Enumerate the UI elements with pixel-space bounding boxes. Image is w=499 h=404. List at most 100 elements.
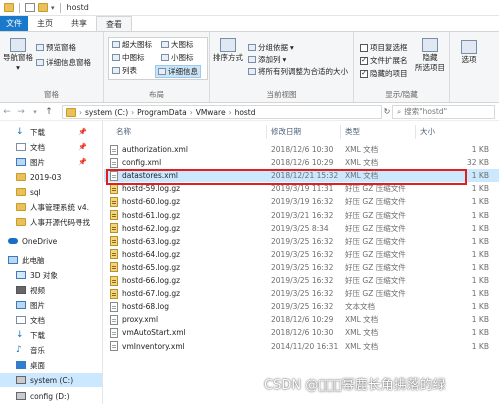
ribbon-tabs: 文件 主页 共享 查看	[0, 16, 499, 31]
preview-pane-button[interactable]: 预览窗格	[36, 42, 76, 53]
up-arrow-icon[interactable]: ↑	[42, 107, 56, 117]
file-row[interactable]: hostd-66.log.gz 2019/3/25 16:32 好压 GZ 压缩文件…	[104, 274, 499, 287]
archive-file-icon	[110, 223, 118, 234]
column-header-size[interactable]: 大小	[420, 125, 435, 139]
file-row[interactable]: hostd-60.log.gz 2019/3/19 16:32 好压 GZ 压缩文件…	[104, 195, 499, 208]
file-row[interactable]: hostd-63.log.gz 2019/3/25 16:32 好压 GZ 压缩文件…	[104, 235, 499, 248]
properties-icon[interactable]	[25, 3, 35, 12]
computer-icon	[8, 256, 18, 264]
search-input[interactable]: ⌕ 搜索"hostd"	[392, 105, 495, 119]
new-folder-icon[interactable]	[38, 3, 48, 12]
layout-details[interactable]: 详细信息	[155, 65, 201, 78]
hidden-items-toggle[interactable]: ✓ 隐藏的项目	[360, 68, 408, 79]
checkbox-checked[interactable]: ✓	[360, 69, 368, 78]
file-extensions-toggle[interactable]: ✓ 文件扩展名	[360, 55, 408, 66]
file-size: 1 KB	[471, 328, 489, 338]
tab-home[interactable]: 主页	[28, 16, 62, 31]
add-columns-button[interactable]: 添加列 ▾	[248, 54, 286, 65]
nav-item-music[interactable]: ♪ 音乐	[0, 343, 102, 357]
file-date: 2019/3/19 16:32	[271, 197, 334, 207]
nav-item-config-d[interactable]: config (D:)	[0, 389, 102, 403]
pin-icon[interactable]: 📌	[78, 143, 87, 151]
nav-item-2019-03[interactable]: 2019-03	[0, 170, 102, 184]
breadcrumb-hostd[interactable]: hostd	[235, 108, 256, 117]
address-bar[interactable]: › system (C:) › ProgramData › VMware › h…	[62, 105, 382, 119]
file-row[interactable]: vmInventory.xml 2014/11/20 16:31 XML 文档 1 K…	[104, 340, 499, 353]
checkbox-unchecked[interactable]	[360, 43, 368, 52]
file-row[interactable]: proxy.xml 2018/12/6 10:29 XML 文档 1 KB	[104, 313, 499, 326]
layout-list[interactable]: 列表	[110, 65, 139, 76]
file-row[interactable]: hostd-61.log.gz 2019/3/21 16:32 好压 GZ 压缩文件…	[104, 209, 499, 222]
file-size: 1 KB	[471, 236, 489, 246]
nav-item-pictures[interactable]: 图片 📌	[0, 155, 102, 169]
pin-icon[interactable]: 📌	[78, 158, 87, 166]
nav-item-system-c[interactable]: system (C:)	[0, 373, 102, 387]
nav-item-documents[interactable]: 文档 📌	[0, 140, 102, 154]
sort-by-button[interactable]: 排序方式	[212, 38, 244, 63]
file-row[interactable]: hostd-68.log 2019/3/25 16:32 文本文档 1 KB	[104, 300, 499, 313]
archive-file-icon	[110, 275, 118, 286]
refresh-icon[interactable]: ↻	[382, 105, 392, 119]
column-header-type[interactable]: 类型	[345, 125, 360, 139]
forward-arrow-icon[interactable]: →	[14, 107, 28, 117]
folder-icon	[16, 203, 26, 211]
file-type: 好压 GZ 压缩文件	[345, 249, 406, 259]
file-row[interactable]: authorization.xml 2018/12/6 10:30 XML 文档 1 …	[104, 143, 499, 156]
pin-icon[interactable]: 📌	[78, 128, 87, 136]
nav-item-videos[interactable]: 视频	[0, 283, 102, 297]
layout-extra-large-icons[interactable]: 超大图标	[110, 39, 154, 50]
nav-item-3d-objects[interactable]: 3D 对象	[0, 268, 102, 282]
file-row[interactable]: config.xml 2018/12/6 10:29 XML 文档 32 KB	[104, 156, 499, 169]
archive-file-icon	[110, 236, 118, 247]
file-row[interactable]: hostd-65.log.gz 2019/3/25 16:32 好压 GZ 压缩文件…	[104, 261, 499, 274]
layout-small-icons[interactable]: 小图标	[159, 52, 196, 63]
nav-item-pictures-pc[interactable]: 图片	[0, 298, 102, 312]
group-by-button[interactable]: 分组依据 ▾	[248, 42, 294, 53]
nav-item-downloads[interactable]: ↓ 下载 📌	[0, 125, 102, 139]
navigation-pane-button[interactable]: 导航窗格▾	[2, 38, 34, 73]
details-pane-button[interactable]: 详细信息窗格	[36, 57, 91, 68]
breadcrumb-programdata[interactable]: ProgramData	[137, 108, 187, 117]
column-header-name[interactable]: 名称	[116, 125, 131, 139]
file-row[interactable]: hostd-62.log.gz 2019/3/25 8:34 好压 GZ 压缩文件 1…	[104, 222, 499, 235]
recent-locations-icon[interactable]: ▾	[28, 108, 42, 116]
file-list: 名称 修改日期 类型 大小 authorization.xml 2018/12/6…	[104, 121, 499, 404]
nav-item-downloads-pc[interactable]: ↓ 下载	[0, 328, 102, 342]
item-checkboxes-toggle[interactable]: 项目复选框	[360, 42, 408, 53]
file-name: authorization.xml	[122, 145, 188, 154]
hide-selected-button[interactable]: 隐藏 所选项目	[412, 38, 448, 73]
show-hide-group-label: 显示/隐藏	[385, 90, 418, 99]
layout-medium-icons[interactable]: 中图标	[110, 52, 147, 63]
file-type: XML 文档	[345, 158, 379, 168]
file-row[interactable]: vmAutoStart.xml 2018/12/6 10:30 XML 文档 1 KB	[104, 326, 499, 339]
breadcrumb-system-c[interactable]: system (C:)	[85, 108, 128, 117]
file-type: 好压 GZ 压缩文件	[345, 210, 406, 220]
back-arrow-icon[interactable]: ←	[0, 107, 14, 117]
nav-item-desktop[interactable]: 桌面	[0, 358, 102, 372]
tab-file[interactable]: 文件	[0, 16, 28, 31]
column-header-date[interactable]: 修改日期	[271, 125, 301, 139]
file-type: 好压 GZ 压缩文件	[345, 276, 406, 285]
file-row[interactable]: hostd-64.log.gz 2019/3/25 16:32 好压 GZ 压缩文件…	[104, 248, 499, 261]
nav-item-onedrive[interactable]: OneDrive	[0, 234, 102, 248]
options-button[interactable]: 选项	[454, 40, 484, 65]
nav-item-this-pc[interactable]: 此电脑	[0, 253, 102, 267]
nav-item-hr-opensource[interactable]: 人事开源代码寻找	[0, 215, 102, 229]
nav-item-documents-pc[interactable]: 文档	[0, 313, 102, 327]
checkbox-checked[interactable]: ✓	[360, 56, 368, 65]
layout-large-icons[interactable]: 大图标	[159, 39, 196, 50]
ribbon: 导航窗格▾ 预览窗格 详细信息窗格 窗格 超大图标 大图标 中图标 小图标 列表…	[0, 31, 499, 103]
document-icon	[16, 316, 26, 324]
breadcrumb-vmware[interactable]: VMware	[196, 108, 226, 117]
fit-columns-button[interactable]: 将所有列调整为合适的大小	[248, 66, 348, 77]
nav-item-hr-system[interactable]: 人事管理系统 v4.	[0, 200, 102, 214]
tab-view[interactable]: 查看	[96, 16, 132, 31]
file-row[interactable]: hostd-67.log.gz 2019/3/25 16:32 好压 GZ 压缩文件…	[104, 287, 499, 300]
chevron-down-icon[interactable]: ▾	[51, 4, 55, 12]
file-name: hostd-67.log.gz	[122, 289, 181, 299]
file-name: proxy.xml	[122, 315, 159, 325]
divider	[415, 125, 416, 139]
tab-share[interactable]: 共享	[62, 16, 96, 31]
nav-item-sql[interactable]: sql	[0, 185, 102, 199]
navigation-pane: ↓ 下载 📌 文档 📌 图片 📌 2019-03 sql 人事管理系统 v4. …	[0, 121, 103, 404]
